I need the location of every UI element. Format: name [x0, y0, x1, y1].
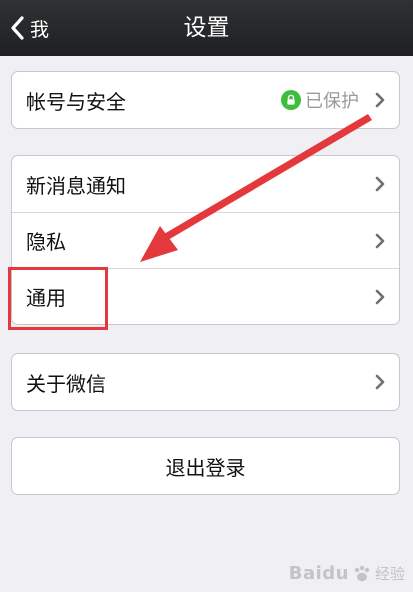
lock-icon [281, 90, 301, 110]
settings-group-account: 帐号与安全 已保护 [11, 71, 400, 129]
paw-icon [354, 565, 370, 581]
status-text: 已保护 [305, 91, 359, 112]
annotation-highlight-box [8, 267, 108, 330]
settings-item-label: 关于微信 [26, 371, 106, 396]
settings-group-about: 关于微信 [11, 353, 400, 411]
settings-item-label: 新消息通知 [26, 173, 126, 198]
watermark-brand: Baidu [288, 563, 349, 584]
watermark: Baidu 经验 [289, 563, 405, 584]
logout-button[interactable]: 退出登录 [12, 438, 399, 494]
chevron-right-icon [375, 176, 385, 192]
logout-label: 退出登录 [165, 455, 246, 480]
chevron-right-icon [375, 374, 385, 390]
settings-item-privacy[interactable]: 隐私 [12, 212, 399, 268]
settings-item-label: 隐私 [26, 230, 66, 254]
protection-status: 已保护 [281, 87, 359, 113]
logout-group: 退出登录 [11, 437, 400, 495]
settings-item-notifications[interactable]: 新消息通知 [12, 156, 399, 212]
chevron-right-icon [375, 289, 385, 304]
chevron-right-icon [375, 233, 385, 248]
settings-item-about-wechat[interactable]: 关于微信 [12, 354, 399, 410]
settings-item-account-security[interactable]: 帐号与安全 已保护 [12, 72, 399, 128]
chevron-right-icon [375, 92, 385, 108]
navigation-bar: 我 设置 [0, 0, 413, 56]
page-title: 设置 [183, 15, 230, 41]
watermark-sub: 经验 [374, 565, 405, 583]
settings-item-label: 帐号与安全 [26, 89, 126, 114]
